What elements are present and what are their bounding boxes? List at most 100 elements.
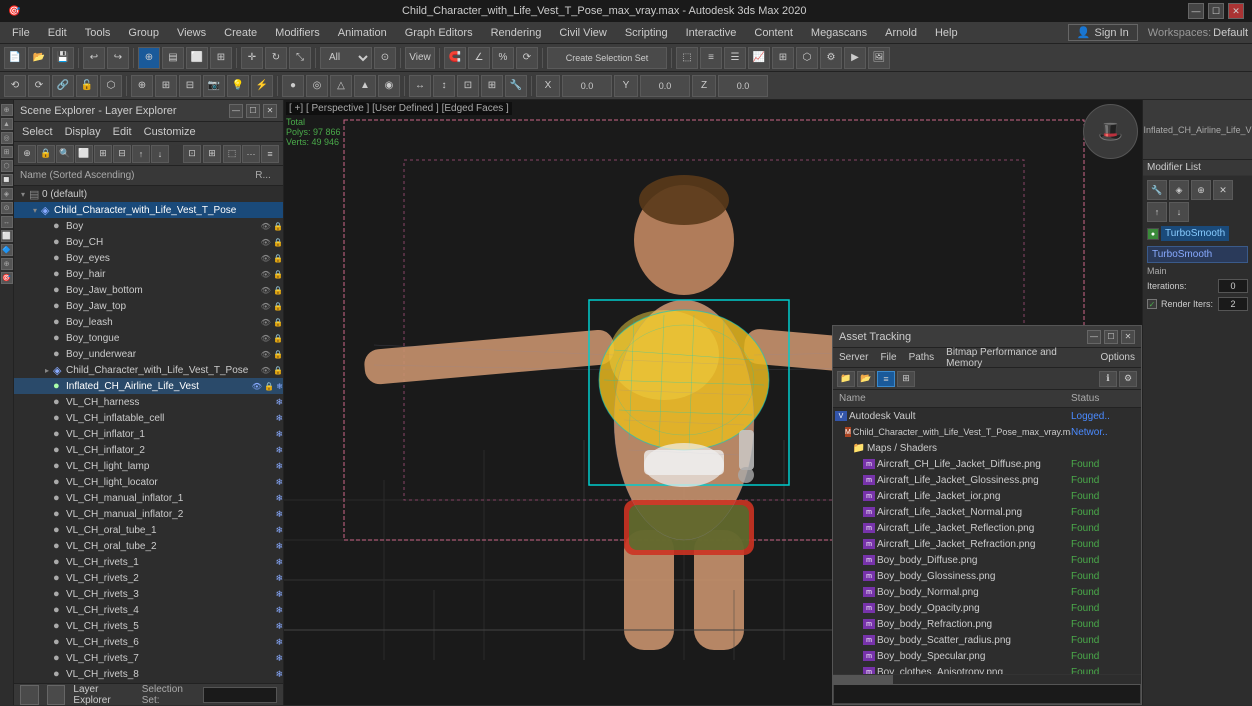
modifier-tb-btn6[interactable]: ↓ xyxy=(1169,202,1189,222)
tb2-btn11[interactable]: ◉ xyxy=(378,75,400,97)
tb2-btn2[interactable]: ⟳ xyxy=(28,75,50,97)
tb2-btn4[interactable]: ⊞ xyxy=(155,75,177,97)
tree-item-jawtop[interactable]: ▸ ● Boy_Jaw_top 👁 🔒 xyxy=(14,298,283,314)
modifier-visibility-icon[interactable]: ● xyxy=(1147,228,1159,240)
tree-item-boytongue[interactable]: ▸ ● Boy_tongue 👁 🔒 xyxy=(14,330,283,346)
material-editor-button[interactable]: ⬡ xyxy=(796,47,818,69)
tree-item-layer0[interactable]: ▾ ▤ 0 (default) xyxy=(14,186,283,202)
at-menu-bitmap[interactable]: Bitmap Performance and Memory xyxy=(946,347,1088,369)
left-icon-2[interactable]: ▲ xyxy=(1,118,13,130)
at-horizontal-scrollbar[interactable] xyxy=(833,674,1141,684)
tb2-btn18[interactable]: 0.0 xyxy=(562,75,612,97)
at-tb-info[interactable]: ℹ xyxy=(1099,371,1117,387)
tb2-btn6[interactable]: ⚡ xyxy=(251,75,273,97)
align-button[interactable]: ≡ xyxy=(700,47,722,69)
menu-graph-editors[interactable]: Graph Editors xyxy=(397,25,481,41)
tree-item-child-char[interactable]: ▾ ◈ Child_Character_with_Life_Vest_T_Pos… xyxy=(14,202,283,218)
at-row-map8[interactable]: m Boy_body_Glossiness.png Found xyxy=(833,568,1141,584)
menu-animation[interactable]: Animation xyxy=(330,25,395,41)
menu-tools[interactable]: Tools xyxy=(77,25,119,41)
expander-child-char[interactable]: ▾ xyxy=(30,205,40,215)
tb2-btn17[interactable]: X xyxy=(536,75,560,97)
at-tb-settings[interactable]: ⚙ xyxy=(1119,371,1137,387)
angle-snap-button[interactable]: ∠ xyxy=(468,47,490,69)
coord-center-button[interactable]: ⊙ xyxy=(374,47,396,69)
iterations-input[interactable] xyxy=(1218,279,1248,293)
left-icon-3[interactable]: ◎ xyxy=(1,132,13,144)
tree-item-boyhair[interactable]: ▸ ● Boy_hair 👁 🔒 xyxy=(14,266,283,282)
at-row-map10[interactable]: m Boy_body_Opacity.png Found xyxy=(833,600,1141,616)
viewport-nav-gizmo[interactable]: 🎩 xyxy=(1083,104,1138,159)
curve-editor-button[interactable]: 📈 xyxy=(748,47,770,69)
tree-item-vl-rivets3[interactable]: ▸ ● VL_CH_rivets_3 ❄ xyxy=(14,586,283,602)
redo-button[interactable]: ↪ xyxy=(107,47,129,69)
tree-item-vl-rivets7[interactable]: ▸ ● VL_CH_rivets_7 ❄ xyxy=(14,650,283,666)
selection-set-input[interactable] xyxy=(203,687,277,703)
se-tb-btn4[interactable]: ⊞ xyxy=(94,145,112,163)
at-row-map13[interactable]: m Boy_body_Specular.png Found xyxy=(833,648,1141,664)
render-setup-button[interactable]: ⚙ xyxy=(820,47,842,69)
at-row-map5[interactable]: m Aircraft_Life_Jacket_Reflection.png Fo… xyxy=(833,520,1141,536)
menu-group[interactable]: Group xyxy=(120,25,167,41)
se-maximize-button[interactable]: ☐ xyxy=(246,104,260,118)
menu-help[interactable]: Help xyxy=(927,25,966,41)
tb2-btn9[interactable]: △ xyxy=(330,75,352,97)
tb2-btn14[interactable]: ⊡ xyxy=(457,75,479,97)
tb2-btn10[interactable]: ▲ xyxy=(354,75,376,97)
window-crossing-button[interactable]: ⊞ xyxy=(210,47,232,69)
tree-item-boych[interactable]: ▸ ● Boy_CH 👁 🔒 xyxy=(14,234,283,250)
at-search-bar[interactable] xyxy=(833,684,1141,704)
tb2-unlink[interactable]: 🔓 xyxy=(76,75,98,97)
tb2-btn13[interactable]: ↕ xyxy=(433,75,455,97)
se-menu-customize[interactable]: Customize xyxy=(140,125,200,139)
se-tb-cols[interactable]: ≡ xyxy=(261,145,279,163)
tb2-btn16[interactable]: 🔧 xyxy=(505,75,527,97)
tree-item-boyleash[interactable]: ▸ ● Boy_leash 👁 🔒 xyxy=(14,314,283,330)
tree-item-child-nested[interactable]: ▸ ◈ Child_Character_with_Life_Vest_T_Pos… xyxy=(14,362,283,378)
at-tb-folder[interactable]: 📁 xyxy=(837,371,855,387)
tb2-btn21[interactable]: Z xyxy=(692,75,716,97)
render-button[interactable]: ▶ xyxy=(844,47,866,69)
tree-item-boy[interactable]: ▸ ● Boy 👁 🔒 xyxy=(14,218,283,234)
titlebar-controls[interactable]: — ☐ ✕ xyxy=(1188,3,1244,19)
at-row-map9[interactable]: m Boy_body_Normal.png Found xyxy=(833,584,1141,600)
at-row-map11[interactable]: m Boy_body_Refraction.png Found xyxy=(833,616,1141,632)
menu-rendering[interactable]: Rendering xyxy=(483,25,550,41)
at-minimize-button[interactable]: — xyxy=(1087,330,1101,344)
at-close-button[interactable]: ✕ xyxy=(1121,330,1135,344)
layer-manager-button[interactable]: ☰ xyxy=(724,47,746,69)
tree-item-vl-inflatable[interactable]: ▸ ● VL_CH_inflatable_cell ❄ xyxy=(14,410,283,426)
se-tb-right2[interactable]: ⊞ xyxy=(203,145,221,163)
tree-item-inflated[interactable]: ▸ ● Inflated_CH_Airline_Life_Vest 👁 🔒 ❄ xyxy=(14,378,283,394)
at-row-map12[interactable]: m Boy_body_Scatter_radius.png Found xyxy=(833,632,1141,648)
tb2-btn8[interactable]: ◎ xyxy=(306,75,328,97)
render-iters-checkbox[interactable] xyxy=(1147,299,1157,309)
se-close-button[interactable]: ✕ xyxy=(263,104,277,118)
se-controls[interactable]: — ☐ ✕ xyxy=(229,104,277,118)
se-minimize-button[interactable]: — xyxy=(229,104,243,118)
at-row-map14[interactable]: m Boy_clothes_Anisotropy.png Found xyxy=(833,664,1141,674)
se-menu-select[interactable]: Select xyxy=(18,125,57,139)
named-selection-button[interactable]: Create Selection Set xyxy=(547,47,667,69)
tree-item-vl-rivets4[interactable]: ▸ ● VL_CH_rivets_4 ❄ xyxy=(14,602,283,618)
at-row-vault[interactable]: V Autodesk Vault Logged.. xyxy=(833,408,1141,424)
menu-civil-view[interactable]: Civil View xyxy=(551,25,614,41)
tree-item-vl-locator[interactable]: ▸ ● VL_CH_light_locator ❄ xyxy=(14,474,283,490)
schematic-view-button[interactable]: ⊞ xyxy=(772,47,794,69)
at-menu-file[interactable]: File xyxy=(880,352,896,363)
at-menu-paths[interactable]: Paths xyxy=(909,352,935,363)
at-row-map4[interactable]: m Aircraft_Life_Jacket_Normal.png Found xyxy=(833,504,1141,520)
menu-interactive[interactable]: Interactive xyxy=(678,25,745,41)
tree-item-vl-rivets2[interactable]: ▸ ● VL_CH_rivets_2 ❄ xyxy=(14,570,283,586)
left-icon-10[interactable]: ⬜ xyxy=(1,230,13,242)
tree-item-vl-rivets5[interactable]: ▸ ● VL_CH_rivets_5 ❄ xyxy=(14,618,283,634)
se-tb-btn7[interactable]: ↓ xyxy=(151,145,169,163)
se-tb-right3[interactable]: ⬚ xyxy=(223,145,241,163)
render-frame-button[interactable]: 🖼 xyxy=(868,47,890,69)
left-icon-6[interactable]: 🔲 xyxy=(1,174,13,186)
tree-item-vl-manual1[interactable]: ▸ ● VL_CH_manual_inflator_1 ❄ xyxy=(14,490,283,506)
menu-views[interactable]: Views xyxy=(169,25,214,41)
tb2-link[interactable]: 🔗 xyxy=(52,75,74,97)
maximize-button[interactable]: ☐ xyxy=(1208,3,1224,19)
tree-item-boyeyes[interactable]: ▸ ● Boy_eyes 👁 🔒 xyxy=(14,250,283,266)
